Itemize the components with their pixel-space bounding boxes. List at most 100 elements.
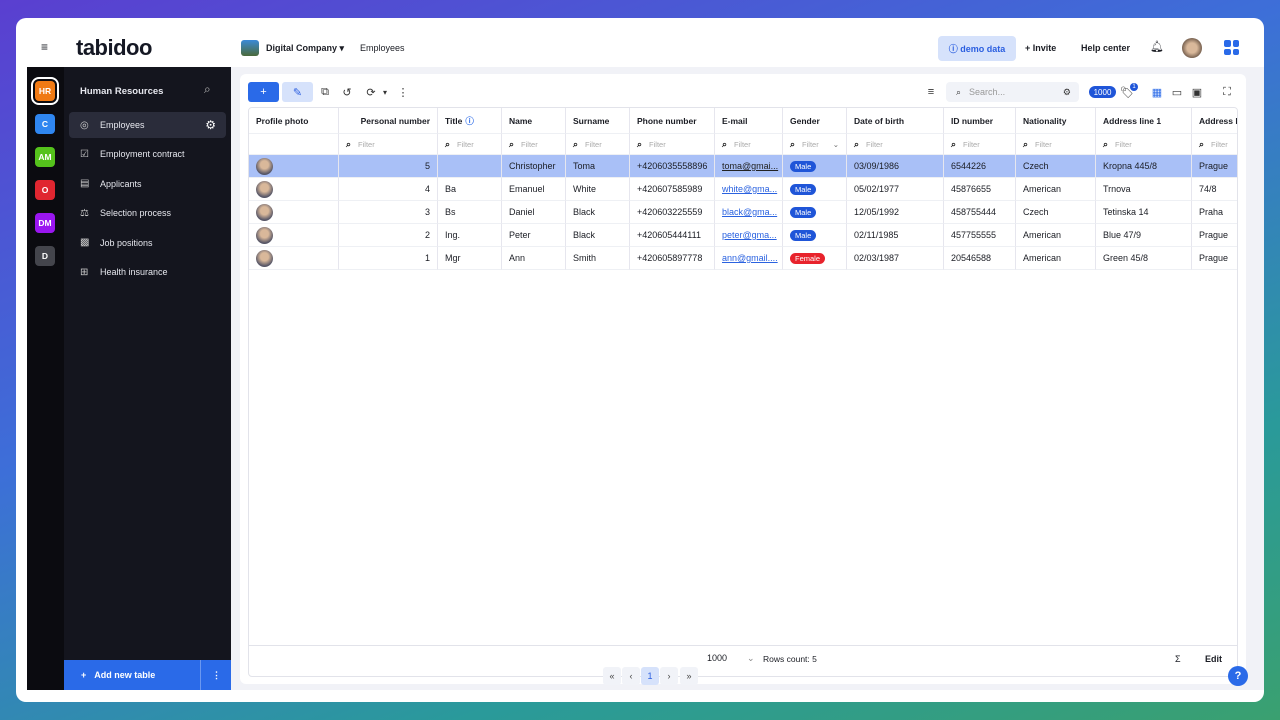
table-cell: Ing. [438, 224, 502, 247]
table-cell: Ba [438, 178, 502, 201]
bell-icon[interactable]: 🔔︎ [1150, 40, 1164, 53]
email-link[interactable]: ann@gmail.... [722, 253, 778, 263]
avatar [256, 203, 273, 221]
workspace-app-c[interactable]: C [35, 114, 55, 134]
page-size-select[interactable]: 1000 ⌄ [707, 653, 755, 664]
sidebar-item-employment-contract[interactable]: ☑ Employment contract [69, 141, 226, 167]
column-filter-input[interactable]: ⌕ Filter [1096, 134, 1192, 155]
breadcrumb[interactable]: Employees [360, 43, 405, 53]
column-filter-input[interactable]: ⌕ Filter [715, 134, 783, 155]
history-icon[interactable]: ↺ [340, 82, 354, 102]
sidebar-item-employees[interactable]: ◎ Employees ⚙ [69, 112, 226, 138]
fullscreen-icon[interactable]: ⛶ [1220, 82, 1234, 102]
add-record-button[interactable]: + [248, 82, 279, 102]
demo-data-button[interactable]: ⓘ demo data [938, 36, 1016, 61]
filter-icon[interactable]: ≡ [924, 82, 938, 102]
refresh-icon[interactable]: ⟳ [364, 82, 378, 102]
column-header[interactable]: Date of birth [847, 108, 944, 134]
edit-mode-button[interactable]: ✎ [282, 82, 313, 102]
table-cell: Prague [1192, 247, 1237, 270]
first-page-button[interactable]: « [603, 667, 621, 685]
column-filter-input[interactable]: ⌕ Filter [944, 134, 1016, 155]
next-page-button[interactable]: › [660, 667, 678, 685]
top-header: ≡ tabidoo Digital Company ▾ Employees ⓘ … [16, 18, 1264, 67]
column-filter-input[interactable]: ⌕ Filter ⌄ [783, 134, 847, 155]
more-options-icon[interactable]: ⋮ [212, 670, 221, 681]
card-view-icon[interactable]: ▭ [1170, 82, 1184, 102]
column-header[interactable]: Surname [566, 108, 630, 134]
profile-photo[interactable] [249, 201, 339, 224]
sidebar-item-label: Selection process [100, 208, 172, 219]
column-filter-input[interactable]: ⌕ Filter [847, 134, 944, 155]
apps-grid-icon[interactable] [1224, 40, 1239, 55]
column-header[interactable]: Address line 1 [1096, 108, 1192, 134]
sidebar-item-selection-process[interactable]: ⚖ Selection process [69, 200, 226, 226]
record-limit-badge[interactable]: 1000 [1089, 86, 1116, 98]
workspace-app-dm[interactable]: DM [35, 213, 55, 233]
profile-photo[interactable] [249, 178, 339, 201]
column-filter-input[interactable]: ⌕ Filter [566, 134, 630, 155]
profile-photo[interactable] [249, 247, 339, 270]
user-avatar[interactable] [1182, 38, 1202, 58]
refresh-dropdown-icon[interactable]: ▾ [380, 82, 390, 102]
column-header[interactable]: ID number [944, 108, 1016, 134]
table-cell: Daniel [502, 201, 566, 224]
copy-icon[interactable]: ⧉ [318, 82, 332, 102]
column-header-label: Phone number [637, 115, 697, 126]
column-header[interactable]: Name [502, 108, 566, 134]
more-options-icon[interactable]: ⋮ [398, 82, 409, 102]
search-input[interactable]: ⌕ Search... ⚙ [946, 82, 1079, 102]
invite-button[interactable]: + Invite [1025, 43, 1056, 53]
column-header[interactable]: E-mail [715, 108, 783, 134]
table-cell: 457755555 [944, 224, 1016, 247]
workspace-selector[interactable]: Digital Company ▾ [266, 43, 344, 54]
sum-icon[interactable]: Σ [1175, 654, 1181, 664]
table-cell: Mgr [438, 247, 502, 270]
workspace-app-o[interactable]: O [35, 180, 55, 200]
table-view-icon[interactable]: ▦ [1150, 82, 1164, 102]
workspace-app-hr[interactable]: HR [31, 77, 59, 105]
profile-photo[interactable] [249, 224, 339, 247]
avatar [256, 226, 273, 244]
column-filter-input[interactable]: ⌕ Filter [630, 134, 715, 155]
email-link[interactable]: toma@gmai... [722, 161, 778, 171]
gender-badge: Male [790, 206, 817, 218]
page-1-button[interactable]: 1 [641, 667, 659, 685]
calendar-view-icon[interactable]: ▣ [1190, 82, 1204, 102]
search-icon[interactable]: ⌕ [204, 82, 211, 97]
email-link[interactable]: peter@gma... [722, 230, 777, 240]
sidebar-item-job-positions[interactable]: ▩ Job positions [69, 230, 226, 256]
help-circle-icon[interactable]: ⓘ [465, 115, 474, 127]
column-header[interactable]: Nationality [1016, 108, 1096, 134]
edit-button[interactable]: Edit [1205, 654, 1222, 664]
column-header[interactable]: Gender [783, 108, 847, 134]
column-header[interactable]: Phone number [630, 108, 715, 134]
column-header[interactable]: Personal number [339, 108, 438, 134]
column-filter-input[interactable]: ⌕ Filter [438, 134, 502, 155]
workspace-app-am[interactable]: AM [35, 147, 55, 167]
help-button[interactable]: ? [1228, 666, 1248, 686]
email-link[interactable]: black@gma... [722, 207, 777, 217]
logo[interactable]: tabidoo [76, 35, 152, 61]
workspace-app-d[interactable]: D [35, 246, 55, 266]
profile-photo[interactable] [249, 155, 339, 178]
email-link[interactable]: white@gma... [722, 184, 777, 194]
column-header[interactable]: Profile photo [249, 108, 339, 134]
column-filter-input[interactable]: ⌕ Filter [1016, 134, 1096, 155]
column-header[interactable]: Address l [1192, 108, 1237, 134]
column-header[interactable]: Title ⓘ [438, 108, 502, 134]
search-settings-icon[interactable]: ⚙ [1063, 87, 1071, 98]
table-cell: 2 [339, 224, 438, 247]
prev-page-button[interactable]: ‹ [622, 667, 640, 685]
sidebar-item-health-insurance[interactable]: ⊞ Health insurance [69, 259, 226, 285]
sidebar-item-applicants[interactable]: ▤ Applicants [69, 171, 226, 197]
hamburger-menu-icon[interactable]: ≡ [41, 40, 48, 54]
last-page-button[interactable]: » [680, 667, 698, 685]
help-center-link[interactable]: Help center [1081, 43, 1130, 53]
column-filter-input[interactable]: ⌕ Filter [339, 134, 438, 155]
column-filter-input[interactable]: ⌕ Filter [502, 134, 566, 155]
add-new-table-button[interactable]: + Add new table ⋮ [64, 660, 231, 690]
demo-data-label: demo data [960, 43, 1006, 54]
gear-icon[interactable]: ⚙ [205, 118, 216, 132]
column-filter-input[interactable]: ⌕ Filter [1192, 134, 1237, 155]
